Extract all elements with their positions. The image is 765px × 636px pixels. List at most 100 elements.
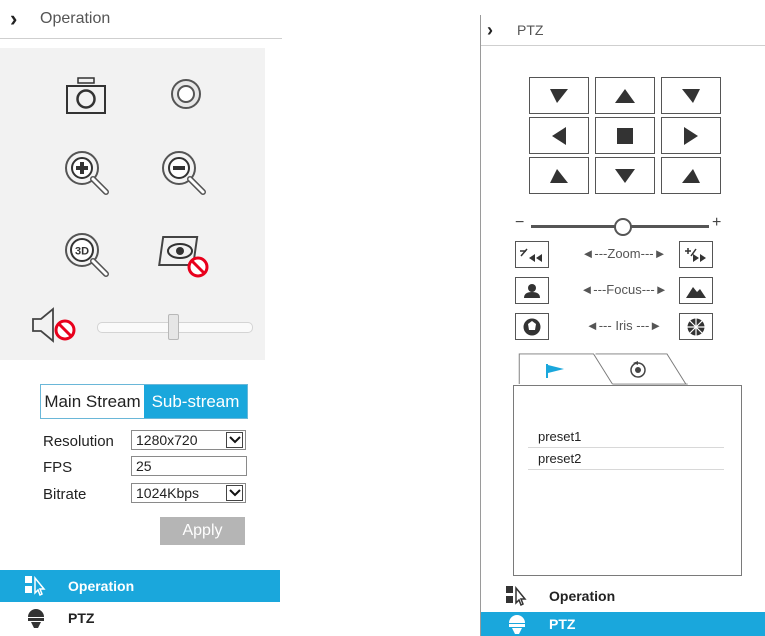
- ptz-section-header[interactable]: › PTZ: [481, 15, 765, 46]
- zoom-label-row: ◄---Zoom---►: [581, 246, 667, 261]
- chevron-down-icon: [226, 432, 243, 448]
- cruise-icon: [630, 361, 646, 378]
- nav-ptz[interactable]: PTZ: [481, 612, 765, 636]
- flag-icon: [546, 364, 564, 378]
- bitrate-row: Bitrate 1024Kbps: [43, 483, 253, 505]
- speed-plus-icon: +: [712, 214, 722, 231]
- fps-input[interactable]: 25: [131, 456, 247, 476]
- nav-ptz[interactable]: PTZ: [0, 602, 280, 634]
- ptz-up-button[interactable]: [595, 77, 655, 114]
- fps-value: 25: [136, 458, 152, 474]
- zoom-in-icon: [65, 151, 109, 195]
- zoom-3d-button[interactable]: 3D: [60, 228, 116, 284]
- arrow-up-right-icon: [682, 88, 700, 103]
- speaker-muted-icon: [32, 307, 76, 343]
- operation-icon: [505, 584, 529, 608]
- ptz-up-right-button[interactable]: [661, 77, 721, 114]
- nav-operation-label: Operation: [68, 578, 135, 594]
- arrow-up-icon: [615, 88, 635, 103]
- zoom-plus-forward-icon: [685, 247, 706, 262]
- bitrate-select[interactable]: 1024Kbps: [131, 483, 246, 503]
- focus-label: Focus: [606, 282, 642, 297]
- preset-list-panel: preset1 preset2: [513, 385, 742, 576]
- ptz-icon: [505, 612, 529, 636]
- arrow-left-icon: [552, 126, 566, 145]
- mountain-icon: [686, 286, 706, 298]
- aperture-icon: [523, 318, 541, 335]
- arrow-right-icon: [684, 126, 698, 145]
- chevron-right-icon: ›: [487, 20, 493, 40]
- svg-text:3D: 3D: [75, 246, 89, 258]
- arrow-down-left-icon: [550, 168, 568, 183]
- iris-label-row: ◄--- Iris ---►: [585, 318, 663, 333]
- privacy-mask-button[interactable]: [158, 228, 214, 284]
- zoom-out-lens-button[interactable]: [515, 241, 549, 268]
- apply-button[interactable]: Apply: [160, 517, 245, 545]
- ptz-right-button[interactable]: [661, 117, 721, 154]
- ptz-panel: › PTZ − + ◄---Zoom---► ◄---Focus---► ◄--…: [480, 15, 765, 636]
- record-button[interactable]: [158, 66, 214, 122]
- zoom-in-button[interactable]: [60, 146, 116, 202]
- bitrate-label: Bitrate: [43, 486, 87, 503]
- nav-ptz-label: PTZ: [549, 616, 576, 632]
- resolution-select[interactable]: 1280x720: [131, 430, 246, 450]
- operation-panel: › Operation 3D Main Stream Sub-stream Re…: [0, 0, 282, 636]
- zoom-label: Zoom: [607, 246, 641, 261]
- zoom-minus-rewind-icon: [520, 248, 542, 262]
- iris-close-button[interactable]: [515, 313, 549, 340]
- operation-title: Operation: [40, 10, 111, 27]
- main-stream-tab[interactable]: Main Stream: [41, 385, 144, 418]
- arrow-down-right-icon: [682, 168, 700, 183]
- fps-label: FPS: [43, 459, 73, 476]
- cruise-tab[interactable]: [601, 353, 681, 385]
- ptz-left-button[interactable]: [529, 117, 589, 154]
- nav-ptz-label: PTZ: [68, 610, 95, 626]
- ptz-down-button[interactable]: [595, 157, 655, 194]
- mute-button[interactable]: [28, 300, 88, 350]
- arrow-up-left-icon: [550, 88, 568, 103]
- preset-item[interactable]: preset2: [528, 450, 724, 470]
- ptz-icon: [24, 606, 48, 630]
- focus-label-row: ◄---Focus---►: [580, 282, 668, 297]
- speed-minus-icon: −: [515, 214, 525, 231]
- ptz-down-left-button[interactable]: [529, 157, 589, 194]
- volume-slider-thumb[interactable]: [168, 314, 179, 340]
- record-icon: [171, 79, 201, 109]
- bitrate-value: 1024Kbps: [136, 485, 200, 501]
- zoom-in-lens-button[interactable]: [679, 241, 713, 268]
- fps-row: FPS 25: [43, 456, 253, 478]
- snapshot-button[interactable]: [58, 68, 114, 124]
- nav-operation[interactable]: Operation: [0, 570, 280, 602]
- chevron-right-icon: ›: [10, 6, 18, 31]
- ptz-down-right-button[interactable]: [661, 157, 721, 194]
- resolution-row: Resolution 1280x720: [43, 430, 253, 452]
- zoom-out-button[interactable]: [157, 146, 213, 202]
- preset-item[interactable]: preset1: [528, 428, 724, 448]
- iris-open-button[interactable]: [679, 313, 713, 340]
- ptz-title: PTZ: [517, 22, 544, 38]
- resolution-value: 1280x720: [136, 432, 198, 448]
- nav-operation-label: Operation: [549, 588, 616, 604]
- ptz-up-left-button[interactable]: [529, 77, 589, 114]
- stream-selector: Main Stream Sub-stream: [40, 384, 248, 419]
- focus-near-button[interactable]: [515, 277, 549, 304]
- resolution-label: Resolution: [43, 433, 114, 450]
- ptz-speed-thumb[interactable]: [614, 218, 632, 236]
- preset-tab[interactable]: [513, 353, 603, 385]
- stop-icon: [617, 127, 633, 144]
- eye-disabled-icon: [158, 236, 209, 278]
- zoom-3d-icon: 3D: [65, 233, 109, 277]
- nav-operation[interactable]: Operation: [481, 580, 765, 612]
- operation-section-header[interactable]: › Operation: [0, 0, 282, 39]
- focus-far-button[interactable]: [679, 277, 713, 304]
- zoom-out-icon: [162, 151, 206, 195]
- person-icon: [524, 283, 540, 298]
- operation-icon: [24, 574, 48, 598]
- aperture-open-icon: [687, 318, 705, 335]
- sub-stream-tab[interactable]: Sub-stream: [144, 385, 247, 418]
- iris-label: Iris: [615, 318, 633, 333]
- ptz-stop-button[interactable]: [595, 117, 655, 154]
- chevron-down-icon: [226, 485, 243, 501]
- camera-icon: [66, 77, 106, 114]
- arrow-down-icon: [615, 168, 635, 183]
